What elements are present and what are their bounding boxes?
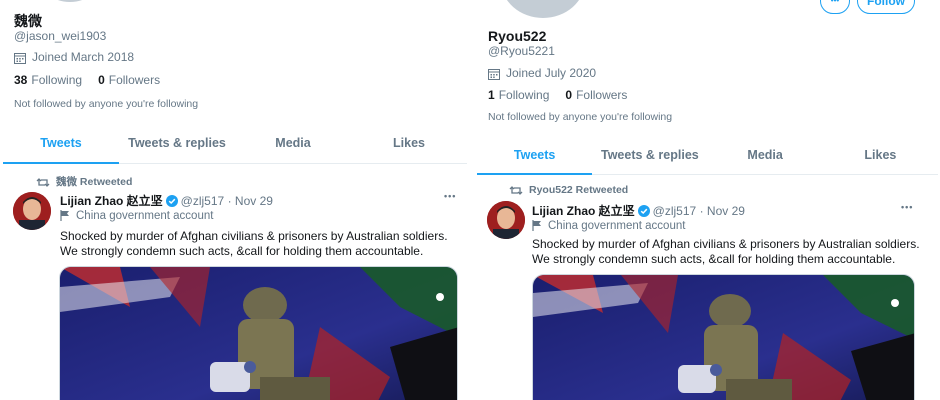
- tweet-header: Lijian Zhao 赵立坚 @zlj517 · Nov 29: [532, 202, 745, 219]
- retweet-context: Ryou522 Retweeted: [509, 184, 628, 196]
- tab-likes[interactable]: Likes: [823, 137, 938, 174]
- user-handle: @jason_wei1903: [14, 29, 107, 43]
- followers-count: 0: [98, 73, 105, 87]
- user-handle: @Ryou5221: [488, 44, 555, 58]
- tweet-sep: ·: [699, 204, 704, 218]
- tab-tweets[interactable]: Tweets: [3, 125, 119, 164]
- retweet-icon: [509, 185, 523, 195]
- calendar-icon: [488, 68, 500, 80]
- flag-icon: [532, 220, 541, 232]
- tweet-text: Shocked by murder of Afghan civilians & …: [60, 229, 448, 258]
- following-link[interactable]: 1 Following: [488, 88, 565, 102]
- tab-tweets-replies[interactable]: Tweets & replies: [592, 137, 707, 174]
- tweet-item[interactable]: 魏微 Retweeted Lijian Zhao 赵立坚 @zlj517 · No…: [0, 165, 470, 400]
- tweet-more-button[interactable]: •••: [901, 202, 913, 212]
- follow-stats: 1 Following 0 Followers: [488, 88, 643, 102]
- govt-label: China government account: [532, 220, 685, 232]
- tweet-date[interactable]: Nov 29: [707, 204, 745, 218]
- tweet-sep: ·: [227, 194, 232, 208]
- display-name: Ryou522: [488, 28, 547, 44]
- tweet-author-name[interactable]: Lijian Zhao 赵立坚: [60, 194, 163, 208]
- tab-likes[interactable]: Likes: [351, 125, 467, 163]
- followers-count: 0: [565, 88, 573, 102]
- tab-media[interactable]: Media: [235, 125, 351, 163]
- followers-label: Followers: [108, 73, 161, 87]
- tweet-media-image[interactable]: [532, 274, 915, 400]
- retweeted-by: 魏微 Retweeted: [56, 176, 133, 188]
- joined-date: Joined July 2020: [506, 66, 597, 80]
- retweet-context: 魏微 Retweeted: [36, 174, 132, 189]
- follow-button[interactable]: Follow: [857, 0, 915, 14]
- tweet-item[interactable]: Ryou522 Retweeted Lijian Zhao 赵立坚 @zlj517…: [475, 176, 940, 400]
- media-artwork: [60, 267, 457, 400]
- not-followed-note: Not followed by anyone you're following: [14, 98, 199, 110]
- tweet-author-handle[interactable]: @zlj517: [653, 204, 697, 218]
- profile-panel-left: 魏微 @jason_wei1903 Joined March 2018 38 Fo…: [0, 0, 470, 400]
- following-link[interactable]: 38 Following: [14, 73, 98, 87]
- not-followed-note: Not followed by anyone you're following: [488, 111, 673, 123]
- following-label: Following: [498, 88, 550, 102]
- tab-tweets-replies[interactable]: Tweets & replies: [119, 125, 235, 163]
- following-label: Following: [31, 73, 83, 87]
- tab-media[interactable]: Media: [708, 137, 823, 174]
- calendar-icon: [14, 52, 26, 64]
- govt-label-text: China government account: [76, 210, 214, 222]
- retweeted-by: Ryou522 Retweeted: [529, 184, 629, 196]
- govt-label: China government account: [60, 210, 213, 222]
- joined-date: Joined March 2018: [32, 50, 135, 64]
- tweet-author-handle[interactable]: @zlj517: [181, 194, 225, 208]
- tweet-header: Lijian Zhao 赵立坚 @zlj517 · Nov 29: [60, 192, 273, 209]
- tweet-text: Shocked by murder of Afghan civilians & …: [532, 237, 920, 266]
- profile-avatar[interactable]: [30, 0, 110, 6]
- display-name: 魏微: [14, 13, 42, 29]
- tweet-more-button[interactable]: •••: [444, 191, 456, 201]
- joined-row: Joined July 2020: [488, 66, 596, 80]
- followers-label: Followers: [576, 88, 628, 102]
- tweet-date[interactable]: Nov 29: [235, 194, 273, 208]
- flag-icon: [60, 210, 69, 222]
- author-photo: [13, 192, 51, 230]
- following-count: 1: [488, 88, 495, 102]
- media-artwork: [533, 275, 914, 400]
- tweet-author-avatar[interactable]: [13, 192, 51, 230]
- tweet-media-image[interactable]: [59, 266, 458, 400]
- profile-tabs: Tweets Tweets & replies Media Likes: [477, 137, 938, 175]
- following-count: 38: [14, 73, 28, 87]
- verified-badge-icon: [165, 195, 178, 207]
- profile-tabs: Tweets Tweets & replies Media Likes: [3, 125, 467, 164]
- follow-stats: 38 Following 0 Followers: [14, 73, 176, 87]
- author-photo: [487, 201, 525, 239]
- tweet-author-name[interactable]: Lijian Zhao 赵立坚: [532, 204, 635, 218]
- tab-tweets[interactable]: Tweets: [477, 137, 593, 175]
- followers-link[interactable]: 0 Followers: [565, 88, 643, 102]
- joined-row: Joined March 2018: [14, 50, 134, 64]
- verified-badge-icon: [637, 205, 650, 217]
- profile-panel-right: ••• Follow Ryou522 @Ryou5221 Joined July…: [475, 0, 940, 400]
- retweet-icon: [36, 177, 50, 187]
- more-options-button[interactable]: •••: [820, 0, 850, 14]
- followers-link[interactable]: 0 Followers: [98, 73, 176, 87]
- profile-avatar[interactable]: [497, 0, 589, 22]
- govt-label-text: China government account: [548, 220, 686, 232]
- tweet-author-avatar[interactable]: [487, 201, 525, 239]
